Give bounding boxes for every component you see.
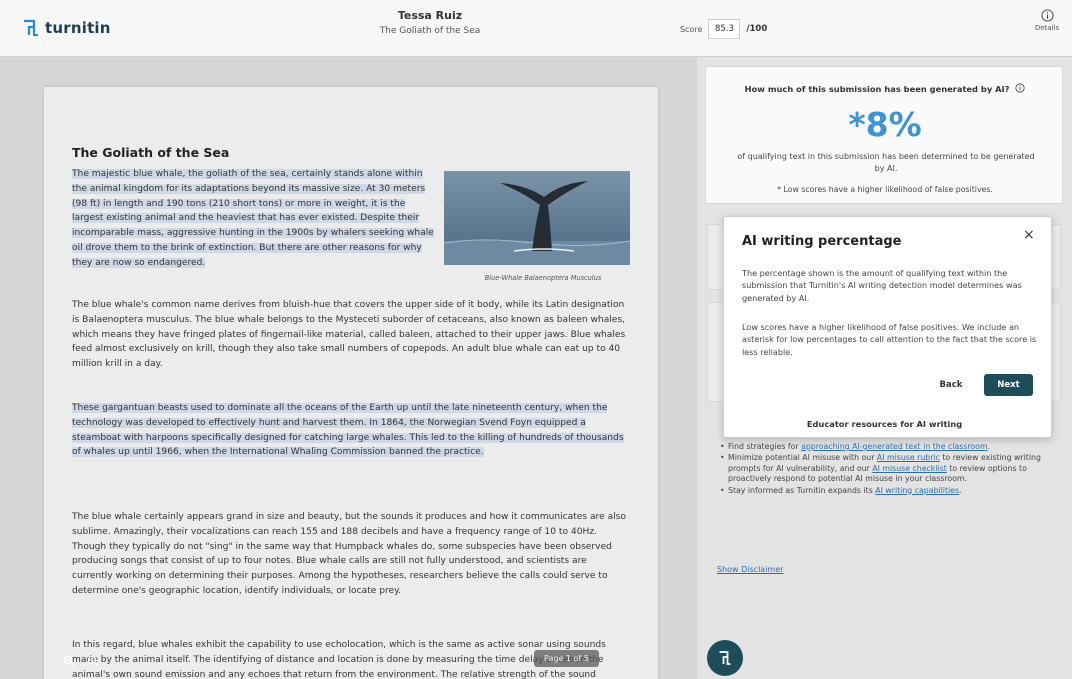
image-caption: Blue-Whale Balaenoptera Musculus [484,274,602,282]
popover-paragraph-1: The percentage shown is the amount of qu… [742,268,1022,303]
document-title: The Goliath of the Sea [379,26,481,36]
turnitin-assistant-button[interactable] [707,640,743,676]
educator-resources-list: Find strategies for approaching AI-gener… [720,442,1050,497]
document-heading: The Goliath of the Sea [72,145,230,160]
ai-question: How much of this submission has been gen… [706,83,1064,94]
author-name: Tessa Ruiz [397,9,463,22]
turnitin-logo[interactable]: turnitin [22,18,111,38]
item-text: Stay informed as Turnitin expands its [728,485,876,495]
top-bar: turnitin Tessa Ruiz The Goliath of the S… [0,0,1072,57]
item-text: . [959,485,962,495]
highlighted-text[interactable]: These gargantuan beasts used to dominate… [72,403,624,458]
item-text: Find strategies for [728,442,802,451]
highlighted-text[interactable]: The majestic blue whale, the goliath of … [72,169,434,268]
educator-resources-title: Educator resources for AI writing [806,419,963,429]
logo-text: turnitin [45,19,111,37]
score-area: Score 85.3 /100 [680,19,767,39]
close-icon[interactable]: × [1023,227,1035,243]
score-label: Score [680,24,703,34]
back-button[interactable]: Back [931,374,971,396]
turnitin-logo-icon [24,19,38,37]
paragraph-3: These gargantuan beasts used to dominate… [72,401,630,460]
document-pane[interactable]: The Goliath of the Sea The majestic blue… [0,57,697,679]
ai-score-card: How much of this submission has been gen… [705,66,1063,204]
page-indicator: Page 1 of 5 [534,650,599,667]
zoom-in-icon [87,655,99,667]
ai-percentage: *8% [848,105,922,144]
ai-description: of qualifying text in this submission ha… [737,152,1035,173]
popover-paragraph-2: Low scores have a higher likelihood of f… [742,322,1037,357]
turnitin-logo-icon [719,651,731,665]
info-icon [1040,9,1054,22]
item-text: Minimize potential AI misuse with our [728,453,877,463]
whale-tail-image [444,171,630,265]
list-item: Stay informed as Turnitin expands its AI… [720,485,1050,497]
score-max: /100 [746,24,768,34]
item-text: . [987,442,991,451]
list-item: Minimize potential AI misuse with our AI… [720,453,1050,484]
paragraph-4: The blue whale certainly appears grand i… [72,512,626,596]
popover-title: AI writing percentage [742,234,902,249]
next-button[interactable]: Next [984,374,1033,396]
whale-tail-illustration [444,181,630,265]
info-icon[interactable] [1015,83,1025,93]
ai-writing-capabilities-link[interactable]: AI writing capabilities [875,486,959,495]
zoom-out-button[interactable] [60,652,78,670]
zoom-out-icon [63,655,75,667]
show-disclaimer-link[interactable]: Show Disclaimer [717,565,783,574]
ai-misuse-checklist-link[interactable]: AI misuse checklist [872,464,947,473]
ai-question-text: How much of this submission has been gen… [744,84,1010,94]
ai-writing-popover: AI writing percentage × The percentage s… [723,216,1052,438]
list-item: Find strategies for approaching AI-gener… [720,442,1050,453]
details-button[interactable]: Details [1030,9,1064,32]
ai-false-positive-note: * Low scores have a higher likelihood of… [777,185,993,194]
paragraph-1: The majestic blue whale, the goliath of … [72,167,438,271]
paragraph-2: The blue whale's common name derives fro… [72,300,626,370]
zoom-in-button[interactable] [84,652,102,670]
document-header: Tessa Ruiz The Goliath of the Sea [330,9,530,36]
details-label: Details [1034,24,1060,32]
zoom-controls [60,649,180,673]
document-page: The Goliath of the Sea The majestic blue… [44,87,658,679]
score-input[interactable]: 85.3 [708,19,741,39]
approaching-ai-link[interactable]: approaching AI-generated text in the cla… [801,442,987,451]
ai-sidebar: How much of this submission has been gen… [697,57,1072,679]
ai-misuse-rubric-link[interactable]: AI misuse rubric [877,453,940,462]
